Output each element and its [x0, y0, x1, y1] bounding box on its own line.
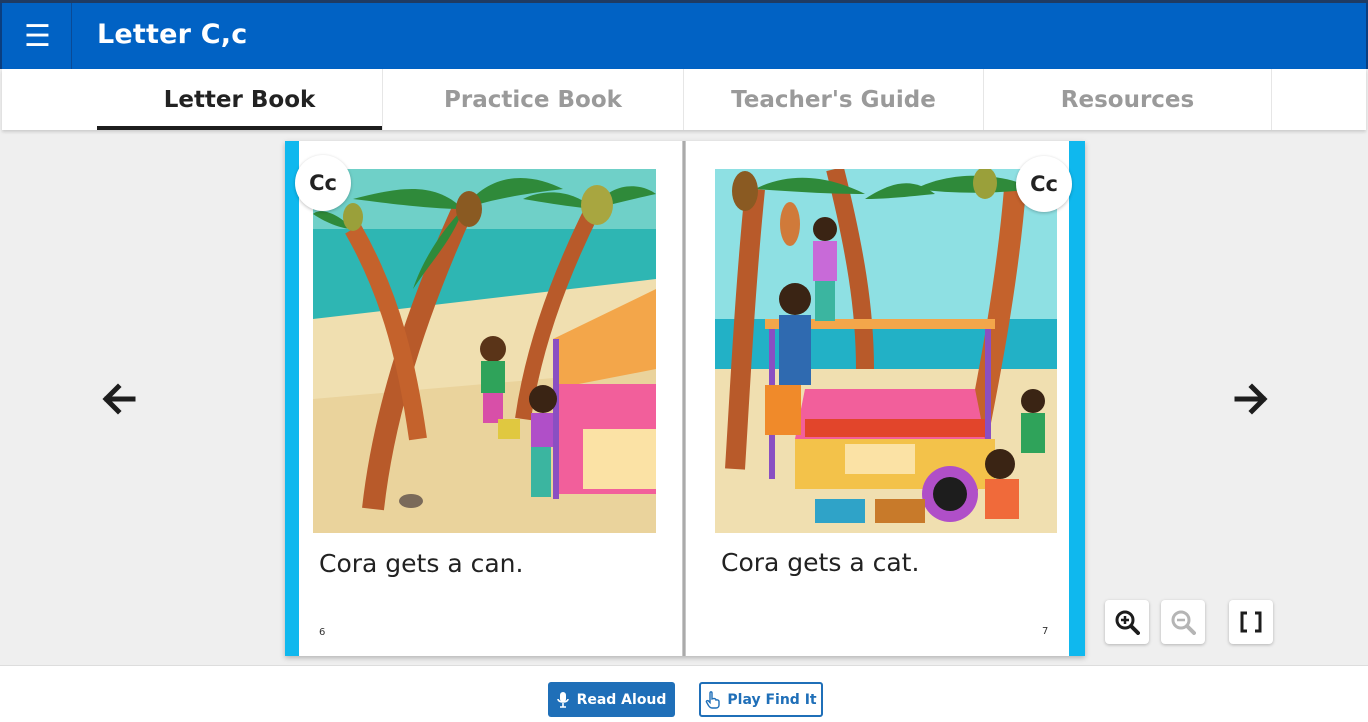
left-letter-badge: Cc: [295, 155, 351, 211]
right-page-text: Cora gets a cat.: [721, 548, 920, 577]
play-find-it-button[interactable]: Play Find It: [699, 682, 823, 717]
right-page-illustration: [715, 169, 1057, 533]
zoom-out-button[interactable]: [1161, 600, 1205, 644]
left-page-number: 6: [319, 627, 326, 638]
zoom-out-icon: [1171, 610, 1196, 635]
prev-page-button[interactable]: [94, 372, 144, 426]
book-spread: Cc Cora gets a can. 6 Cc Cora gets a cat…: [285, 141, 1085, 656]
play-find-it-label: Play Find It: [727, 691, 817, 708]
right-page-number: 7: [1042, 626, 1049, 637]
tab-resources[interactable]: Resources: [984, 69, 1272, 130]
app-header: ☰ Letter C,c: [0, 3, 1368, 69]
fullscreen-button[interactable]: [1229, 600, 1273, 644]
arrow-left-icon: [102, 383, 136, 415]
arrow-right-icon: [1234, 383, 1268, 415]
menu-button[interactable]: ☰: [4, 3, 72, 69]
read-aloud-button[interactable]: Read Aloud: [548, 682, 675, 717]
tab-practice-book[interactable]: Practice Book: [383, 69, 684, 130]
left-page-edge: [285, 141, 299, 656]
bottom-toolbar: Read Aloud Play Find It: [0, 665, 1368, 722]
book-fold: [682, 141, 686, 656]
hamburger-menu-icon: ☰: [24, 18, 51, 54]
next-page-button[interactable]: [1226, 372, 1276, 426]
right-letter-badge: Cc: [1016, 156, 1072, 212]
fullscreen-icon: [1240, 611, 1262, 633]
left-page-illustration: [313, 169, 656, 533]
page-title: Letter C,c: [97, 19, 248, 50]
microphone-icon: [556, 691, 569, 708]
tab-letter-book[interactable]: Letter Book: [97, 69, 383, 130]
read-aloud-label: Read Aloud: [576, 691, 667, 708]
tab-teachers-guide[interactable]: Teacher's Guide: [684, 69, 984, 130]
tab-bar: Letter Book Practice Book Teacher's Guid…: [2, 69, 1366, 130]
pointing-hand-icon: [706, 690, 721, 709]
zoom-in-icon: [1115, 610, 1140, 635]
left-page-text: Cora gets a can.: [319, 549, 524, 578]
zoom-in-button[interactable]: [1105, 600, 1149, 644]
right-page-edge: [1069, 141, 1085, 656]
